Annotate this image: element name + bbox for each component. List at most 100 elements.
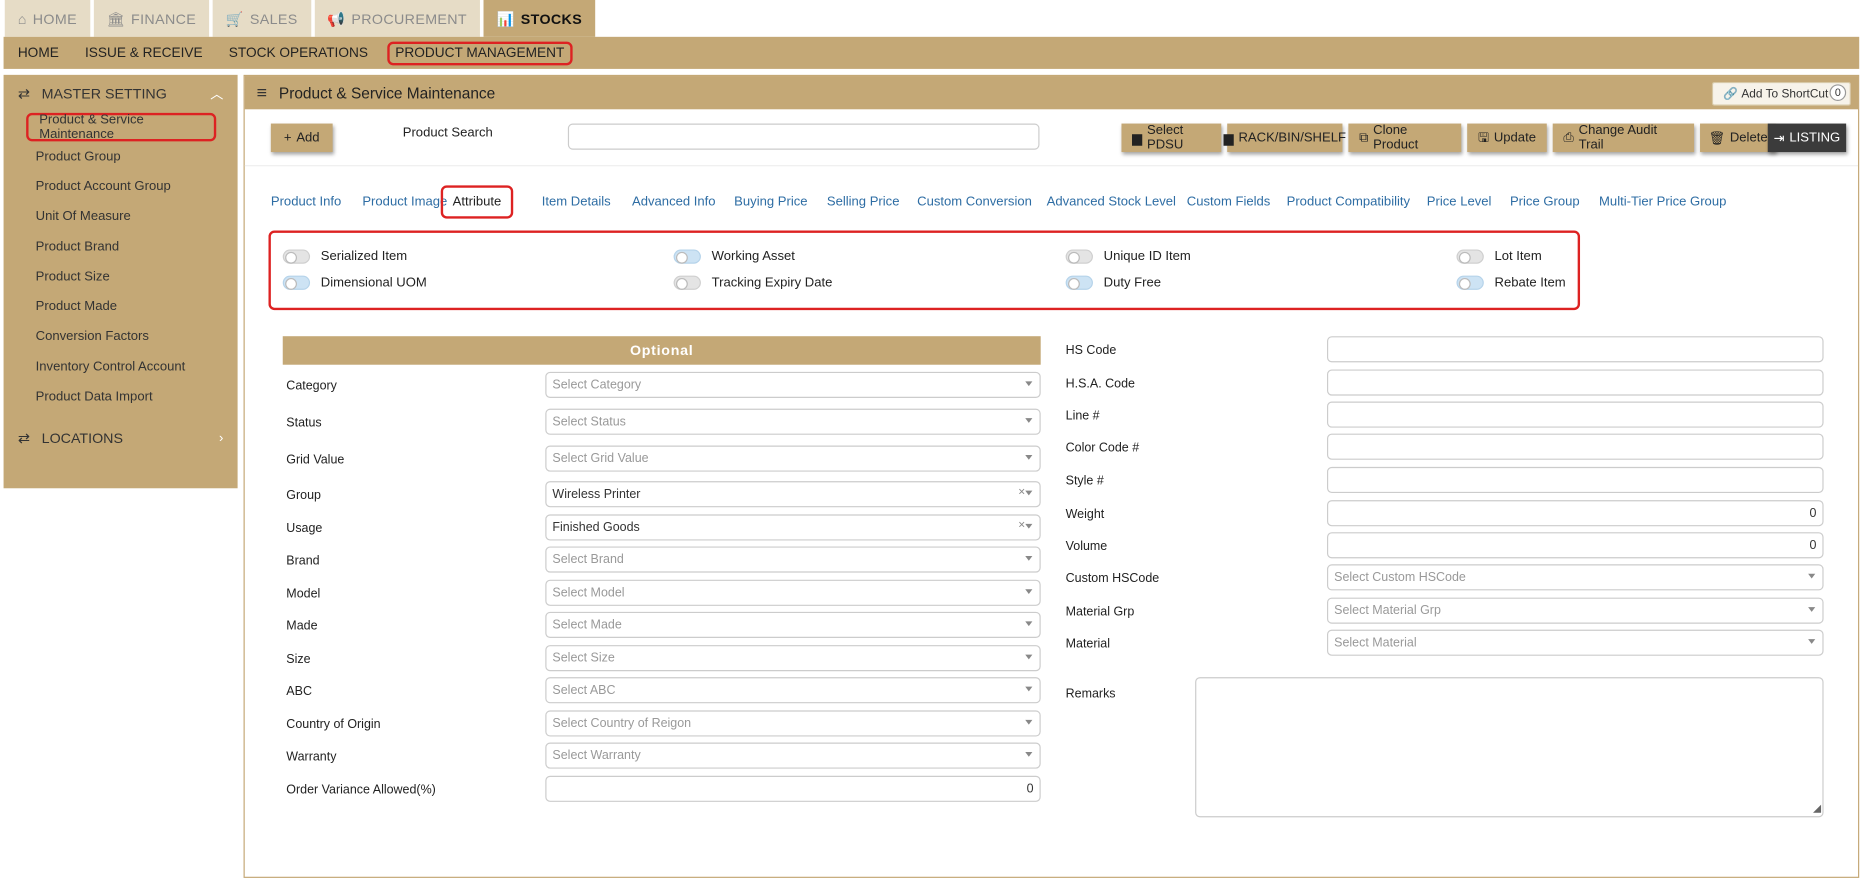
tab-home[interactable]: ⌂ HOME bbox=[4, 0, 91, 37]
field-value: Select Custom HSCode bbox=[1334, 570, 1466, 585]
product-search-input[interactable] bbox=[567, 123, 1040, 150]
clone-product-button[interactable]: ⧉ Clone Product bbox=[1348, 123, 1462, 153]
toggle-switch-icon[interactable] bbox=[282, 249, 311, 264]
tab-stocks[interactable]: 📊 STOCKS bbox=[483, 0, 596, 37]
select-pdsu-button[interactable]: ▆ Select PDSU bbox=[1121, 123, 1222, 153]
status-select[interactable]: Select Status bbox=[545, 408, 1041, 435]
toggle-tracking-expiry-date[interactable]: Tracking Expiry Date bbox=[673, 275, 832, 290]
listing-button[interactable]: ⇥ LISTING bbox=[1767, 123, 1847, 153]
sidebar: ⇄ MASTER SETTING ︿ Product & Service Mai… bbox=[3, 74, 238, 489]
sidebar-item-product-brand[interactable]: Product Brand bbox=[25, 232, 216, 262]
toggle-label: Lot Item bbox=[1494, 249, 1542, 264]
toggle-switch-icon[interactable] bbox=[1065, 249, 1093, 264]
made-select[interactable]: Select Made bbox=[545, 611, 1041, 638]
tab-custom-conversion[interactable]: Custom Conversion bbox=[917, 185, 1032, 218]
size-select[interactable]: Select Size bbox=[545, 645, 1041, 672]
tab-product-info[interactable]: Product Info bbox=[271, 185, 341, 218]
toggle-dimensional-uom[interactable]: Dimensional UOM bbox=[282, 275, 427, 290]
sidebar-item-product-account-group[interactable]: Product Account Group bbox=[25, 171, 216, 201]
field-label-weight: Weight bbox=[1065, 507, 1105, 522]
chevron-down-icon bbox=[1025, 719, 1033, 725]
add-to-shortcut-button[interactable]: 🔗 Add To ShortCut 0 bbox=[1712, 81, 1851, 106]
menu-icon[interactable]: ≡ bbox=[257, 83, 267, 103]
line-input[interactable] bbox=[1326, 401, 1824, 428]
sidebar-locations[interactable]: ⇄ LOCATIONS › bbox=[4, 419, 238, 457]
sidebar-item-inventory-control-account[interactable]: Inventory Control Account bbox=[25, 352, 216, 382]
cart-icon: 🛒 bbox=[225, 10, 244, 27]
toggle-duty-free[interactable]: Duty Free bbox=[1065, 275, 1162, 290]
custom-hscode-select[interactable]: Select Custom HSCode bbox=[1326, 564, 1824, 591]
toggle-serialized-item[interactable]: Serialized Item bbox=[282, 249, 407, 264]
copy-icon: ⧉ bbox=[1359, 130, 1369, 145]
tab-advanced-stock-level[interactable]: Advanced Stock Level bbox=[1047, 185, 1176, 218]
style-input[interactable] bbox=[1326, 466, 1824, 494]
sidebar-master-setting[interactable]: ⇄ MASTER SETTING ︿ bbox=[4, 75, 238, 113]
tab-buying-price[interactable]: Buying Price bbox=[734, 185, 807, 218]
volume-input[interactable]: 0 bbox=[1326, 532, 1824, 559]
tab-multi-tier-price-group[interactable]: Multi-Tier Price Group bbox=[1599, 185, 1726, 218]
tab-procurement[interactable]: 📢 PROCUREMENT bbox=[314, 0, 481, 37]
tab-product-image[interactable]: Product Image bbox=[362, 185, 447, 218]
country-of-origin-select[interactable]: Select Country of Reigon bbox=[545, 710, 1041, 737]
usage-select[interactable]: Finished Goods × bbox=[545, 514, 1041, 541]
h-s-a-code-input[interactable] bbox=[1326, 369, 1824, 396]
toggle-rebate-item[interactable]: Rebate Item bbox=[1456, 275, 1566, 290]
material-grp-select[interactable]: Select Material Grp bbox=[1326, 597, 1824, 624]
tab-item-details[interactable]: Item Details bbox=[542, 185, 611, 218]
toggle-working-asset[interactable]: Working Asset bbox=[673, 249, 795, 264]
tab-product-compatibility[interactable]: Product Compatibility bbox=[1287, 185, 1410, 218]
clear-icon[interactable]: × bbox=[1018, 519, 1025, 532]
toggle-switch-icon[interactable] bbox=[673, 275, 701, 290]
remarks-textarea[interactable]: ◢ bbox=[1195, 677, 1824, 818]
tab-selling-price[interactable]: Selling Price bbox=[827, 185, 900, 218]
tab-price-level[interactable]: Price Level bbox=[1427, 185, 1492, 218]
update-button[interactable]: 🖫 Update bbox=[1467, 123, 1547, 153]
menu-stock-operations[interactable]: STOCK OPERATIONS bbox=[222, 42, 375, 63]
tab-custom-fields[interactable]: Custom Fields bbox=[1187, 185, 1271, 218]
order-variance-input[interactable]: 0 bbox=[545, 775, 1041, 802]
field-value: Select Warranty bbox=[552, 748, 641, 763]
sidebar-item-product-group[interactable]: Product Group bbox=[25, 141, 216, 171]
warranty-select[interactable]: Select Warranty bbox=[545, 742, 1041, 769]
model-select[interactable]: Select Model bbox=[545, 579, 1041, 606]
swap-icon: ⇄ bbox=[17, 85, 30, 103]
change-audit-trail-button[interactable]: ⎙ Change Audit Trail bbox=[1552, 123, 1695, 153]
grid-value-select[interactable]: Select Grid Value bbox=[545, 445, 1041, 472]
color-code-input[interactable] bbox=[1326, 433, 1824, 460]
tab-price-group[interactable]: Price Group bbox=[1510, 185, 1580, 218]
sub-menu-bar: HOME ISSUE & RECEIVE STOCK OPERATIONS PR… bbox=[3, 36, 1860, 69]
abc-select[interactable]: Select ABC bbox=[545, 677, 1041, 704]
brand-select[interactable]: Select Brand bbox=[545, 546, 1041, 573]
toggle-lot-item[interactable]: Lot Item bbox=[1456, 249, 1542, 264]
toggle-switch-icon[interactable] bbox=[673, 249, 701, 264]
toggle-label: Duty Free bbox=[1103, 275, 1162, 290]
menu-issue-receive[interactable]: ISSUE & RECEIVE bbox=[78, 42, 210, 63]
category-select[interactable]: Select Category bbox=[545, 371, 1041, 398]
tab-sales[interactable]: 🛒 SALES bbox=[212, 0, 311, 37]
sidebar-item-product-size[interactable]: Product Size bbox=[25, 262, 216, 292]
menu-product-management[interactable]: PRODUCT MANAGEMENT bbox=[386, 40, 573, 65]
material-select[interactable]: Select Material bbox=[1326, 629, 1824, 656]
tab-advanced-info[interactable]: Advanced Info bbox=[632, 185, 716, 218]
tab-attribute[interactable]: Attribute bbox=[440, 185, 514, 219]
hs-code-input[interactable] bbox=[1326, 336, 1824, 363]
menu-home[interactable]: HOME bbox=[11, 42, 66, 63]
sidebar-item-unit-of-measure[interactable]: Unit Of Measure bbox=[25, 201, 216, 231]
toggle-unique-id-item[interactable]: Unique ID Item bbox=[1065, 249, 1191, 264]
add-button[interactable]: + Add bbox=[270, 123, 333, 153]
toggle-switch-icon[interactable] bbox=[1456, 249, 1484, 264]
toggle-switch-icon[interactable] bbox=[282, 275, 311, 290]
toggle-switch-icon[interactable] bbox=[1456, 275, 1484, 290]
tab-finance[interactable]: 🏛 FINANCE bbox=[93, 0, 210, 37]
clear-icon[interactable]: × bbox=[1018, 486, 1025, 499]
sidebar-item-product-data-import[interactable]: Product Data Import bbox=[25, 382, 216, 412]
rack-bin-shelf-button[interactable]: ▆ RACK/BIN/SHELF bbox=[1224, 123, 1346, 153]
sidebar-item-product-made[interactable]: Product Made bbox=[25, 292, 216, 322]
resize-grip-icon: ◢ bbox=[1812, 801, 1822, 814]
weight-input[interactable]: 0 bbox=[1326, 500, 1824, 527]
group-select[interactable]: Wireless Printer × bbox=[545, 481, 1041, 508]
toggle-switch-icon[interactable] bbox=[1065, 275, 1093, 290]
delete-button[interactable]: 🗑 Delete bbox=[1700, 123, 1777, 153]
sidebar-item-conversion-factors[interactable]: Conversion Factors bbox=[25, 322, 216, 352]
sidebar-item-product-service-maintenance[interactable]: Product & Service Maintenance bbox=[26, 112, 217, 142]
